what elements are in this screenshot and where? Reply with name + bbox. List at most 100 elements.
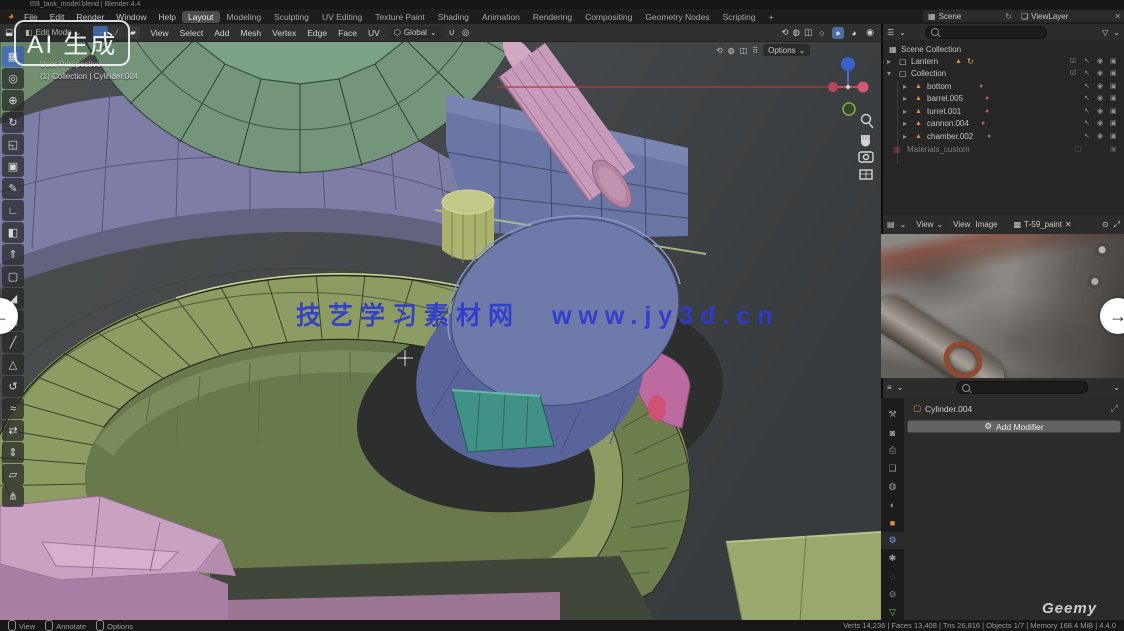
editor-properties-icon[interactable]: ≡ [887,383,892,392]
workspace-tab-scripting[interactable]: Scripting [717,11,762,23]
expand-panel-icon[interactable]: ⤢ [1114,220,1120,230]
hide-viewport-icon[interactable]: ◉ [1097,106,1103,118]
outliner-row-scene-collection[interactable]: ▦ Scene Collection [883,44,1124,56]
selectable-icon[interactable]: ↖ [1084,56,1090,68]
editor-type-3d-icon[interactable]: ⬓ [5,27,13,38]
remove-view-layer-icon[interactable]: ✕ [1114,12,1121,21]
viewport-menu-face[interactable]: Face [336,28,359,38]
exclude-checkbox[interactable]: ☑ [1070,56,1076,68]
outliner-search-input[interactable] [943,28,1013,37]
new-scene-icon[interactable]: ↻ [1005,12,1012,21]
pin-icon[interactable]: ⊙ [1102,220,1109,229]
viewport-menu-select[interactable]: Select [178,28,206,38]
tool-knife[interactable]: ╱ [2,332,24,353]
selectable-icon[interactable]: ↖ [1084,106,1090,118]
texture-preview[interactable] [881,234,1124,378]
show-gizmo-icon[interactable]: ⟲ [781,27,788,38]
hide-viewport-icon[interactable]: ◉ [1097,131,1103,143]
hide-render-icon[interactable]: ▣ [1110,131,1117,143]
workspace-tab-rendering[interactable]: Rendering [527,11,578,23]
workspace-tab-texture-paint[interactable]: Texture Paint [369,11,431,23]
selectable-icon[interactable]: ↖ [1084,68,1090,80]
hide-viewport-icon[interactable]: ◉ [1097,68,1103,80]
tab-tool[interactable]: ⚒ [881,406,904,423]
editor-outliner-icon[interactable]: ☰ [887,28,894,37]
hide-viewport-icon[interactable]: ◉ [1097,56,1103,68]
hide-viewport-icon[interactable]: ◉ [1097,118,1103,130]
tool-transform[interactable]: ▣ [2,156,24,177]
transform-orientation-selector[interactable]: ⬡ Global ⌄ [389,27,442,39]
workspace-tab-geometry-nodes[interactable]: Geometry Nodes [639,11,715,23]
outliner-search[interactable] [925,26,1047,39]
tool-rotate[interactable]: ↻ [2,112,24,133]
editor-image-icon[interactable]: ▤ [887,220,895,229]
hide-render-icon[interactable]: ▣ [1110,106,1117,118]
snap-magnet-icon[interactable]: ∪ [449,27,455,38]
filter-icon[interactable]: ▽ [1102,28,1108,37]
outliner-row-collection[interactable]: ▾ ▢ Collection ☑ ↖ ◉ ▣ [883,68,1124,80]
xray-toggle-icon[interactable]: ◫ [804,27,812,38]
viewport-menu-edge[interactable]: Edge [305,28,329,38]
tool-cursor[interactable]: ◎ [2,68,24,89]
selectable-icon[interactable]: ↖ [1084,81,1090,93]
expand-icon[interactable]: ▸ [903,81,907,93]
tool-poly-build[interactable]: △ [2,354,24,375]
workspace-tab-sculpting[interactable]: Sculpting [268,11,315,23]
viewport-menu-add[interactable]: Add [212,28,231,38]
workspace-tab-compositing[interactable]: Compositing [579,11,638,23]
hide-render-icon[interactable]: ▣ [1110,93,1117,105]
selectable-icon[interactable]: ↖ [1084,131,1090,143]
hide-render-icon[interactable]: ▣ [1110,81,1117,93]
tool-scale[interactable]: ◱ [2,134,24,155]
selectable-icon[interactable]: ↖ [1084,93,1090,105]
unlink-image-icon[interactable]: ✕ [1065,220,1072,229]
xray-toggle-icon[interactable]: ◫ [740,46,748,55]
tool-edge-slide[interactable]: ⇄ [2,420,24,441]
tab-output[interactable]: ⎙ [881,442,904,459]
shading-solid-button[interactable]: ● [832,27,844,39]
selectable-icon[interactable]: ↖ [1084,118,1090,130]
properties-search-input[interactable] [974,383,1044,392]
expand-panel-icon[interactable]: ⤢ [1111,403,1118,414]
tool-annotate[interactable]: ✎ [2,178,24,199]
tool-extrude-region[interactable]: ⇑ [2,244,24,265]
show-overlays-icon[interactable]: ◍ [793,27,800,38]
expand-icon[interactable]: ▸ [903,131,907,143]
tab-modifiers[interactable]: ⚙ [881,532,904,549]
overlay-toggle-icon[interactable]: ◍ [728,46,735,55]
tool-shrink-fatten[interactable]: ⇕ [2,442,24,463]
image-mode-selector[interactable]: View ⌄ [911,219,948,231]
scene-selector[interactable]: ▦ Scene ↻ [923,10,1017,22]
outliner-row-object[interactable]: ▸ ▲ turret.001 ● ↖ ◉ ▣ [883,106,1124,118]
workspace-tab-modeling[interactable]: Modeling [221,11,268,23]
tab-object[interactable]: ■ [881,514,904,531]
hide-render-icon[interactable]: ▣ [1110,144,1117,156]
tab-world[interactable]: ◐ [881,496,904,513]
tab-object-data[interactable]: ▽ [881,604,904,621]
shading-material-button[interactable]: ◕ [848,27,860,39]
outliner-row-collection-lantern[interactable]: ▸ ▢ Lantern ▲ ↻ ☑ ↖ ◉ ▣ [883,56,1124,68]
image-datablock-selector[interactable]: ▩ T-59_paint ✕ [1009,219,1077,231]
workspace-tab-shading[interactable]: Shading [432,11,475,23]
tool-rip-region[interactable]: ⋔ [2,486,24,507]
exclude-checkbox[interactable]: ▢ [1075,144,1082,156]
shading-wireframe-button[interactable]: ○ [816,27,828,39]
tool-inset-faces[interactable]: ▢ [2,266,24,287]
gizmo-toggle-icon[interactable]: ⟲ [716,46,723,55]
workspace-tab-uv-editing[interactable]: UV Editing [316,11,368,23]
tab-physics[interactable]: ◌ [881,568,904,585]
tool-smooth[interactable]: ≈ [2,398,24,419]
shading-rendered-button[interactable]: ◉ [864,27,876,39]
tab-scene[interactable]: ◍ [881,478,904,495]
add-modifier-button[interactable]: ⚙ Add Modifier [907,420,1121,433]
mesh-green-slab[interactable] [726,532,881,620]
collapse-icon[interactable]: ▾ [887,68,891,80]
tool-measure[interactable]: ∟ [2,200,24,221]
tab-particles[interactable]: ✱ [881,550,904,567]
outliner-row-materials[interactable]: ▦ Materials_custom ▢ ▣ [883,144,1124,156]
mesh-teal-piece[interactable] [452,390,554,452]
chevron-down-icon[interactable]: ⌄ [1113,383,1120,392]
expand-icon[interactable]: ▸ [903,106,907,118]
blender-logo-icon[interactable]: ◕ [0,11,18,22]
viewport-options-dropdown[interactable]: Options ⌄ [763,44,810,56]
